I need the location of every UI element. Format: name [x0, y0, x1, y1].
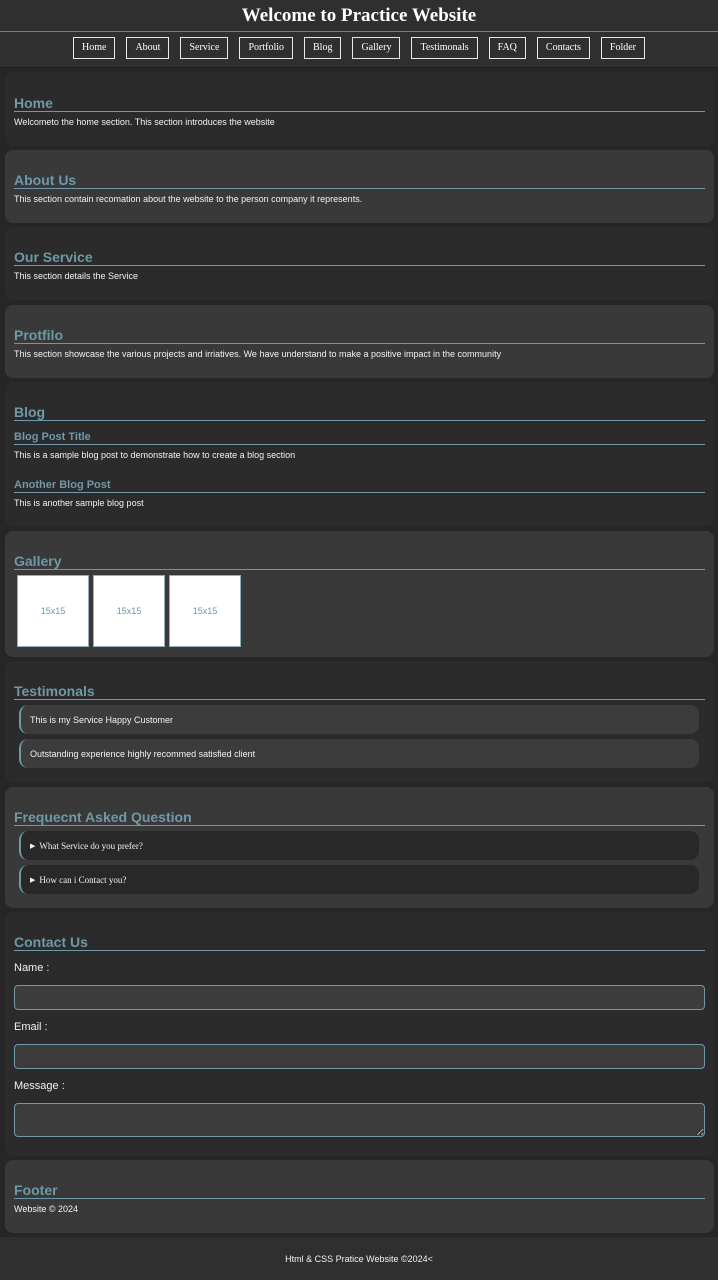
service-section: Our Service This section details the Ser…: [5, 227, 714, 300]
testimonial-card: Outstanding experience highly recommed s…: [19, 739, 699, 768]
site-title: Welcome to Practice Website: [0, 0, 718, 32]
faq-item[interactable]: ▶ How can i Contact you?: [19, 865, 699, 894]
service-title: Our Service: [14, 249, 705, 266]
page-footer: Html & CSS Pratice Website ©2024<: [0, 1237, 718, 1280]
gallery-image[interactable]: 15x15: [17, 575, 89, 647]
home-text: Welcometo the home section. This section…: [14, 117, 275, 127]
nav-faq[interactable]: FAQ: [488, 37, 526, 59]
name-field[interactable]: [14, 985, 705, 1010]
blog-post-text: This is another sample blog post: [14, 498, 144, 508]
nav-home[interactable]: Home: [72, 37, 116, 59]
faq-question: What Service do you prefer?: [39, 840, 143, 851]
gallery-section: Gallery 15x15 15x15 15x15: [5, 531, 714, 657]
gallery-image[interactable]: 15x15: [93, 575, 165, 647]
about-text: This section contain recomation about th…: [14, 194, 363, 204]
about-title: About Us: [14, 172, 705, 189]
email-field[interactable]: [14, 1044, 705, 1069]
gallery-image[interactable]: 15x15: [169, 575, 241, 647]
main-nav: Home About Service Portfolio Blog Galler…: [0, 32, 718, 59]
service-text: This section details the Service: [14, 271, 139, 281]
testimonial-text: This is my Service Happy Customer: [30, 714, 174, 725]
message-label: Message :: [14, 1080, 65, 1092]
testimonials-title: Testimonals: [14, 683, 705, 700]
nav-about[interactable]: About: [126, 37, 170, 59]
nav-service[interactable]: Service: [180, 37, 229, 59]
faq-question: How can i Contact you?: [39, 874, 127, 885]
blog-post-title: Another Blog Post: [14, 479, 705, 493]
about-section: About Us This section contain recomation…: [5, 150, 714, 223]
blog-title: Blog: [14, 404, 705, 421]
nav-folder[interactable]: Folder: [600, 37, 646, 59]
site-header: Welcome to Practice Website Home About S…: [0, 0, 718, 68]
email-label: Email :: [14, 1021, 48, 1033]
faq-item[interactable]: ▶ What Service do you prefer?: [19, 831, 699, 860]
portfolio-title: Protfilo: [14, 327, 705, 344]
nav-testimonials[interactable]: Testimonals: [411, 37, 478, 59]
nav-blog[interactable]: Blog: [304, 37, 342, 59]
name-label: Name :: [14, 962, 50, 974]
portfolio-text: This section showcase the various projec…: [14, 349, 502, 359]
copyright-text: Html & CSS Pratice Website ©2024<: [285, 1253, 433, 1264]
portfolio-section: Protfilo This section showcase the vario…: [5, 305, 714, 378]
testimonial-card: This is my Service Happy Customer: [19, 705, 699, 734]
contact-section: Contact Us Name : Email : Message :: [5, 912, 714, 1156]
faq-section: Frequecnt Asked Question ▶ What Service …: [5, 787, 714, 908]
testimonial-text: Outstanding experience highly recommed s…: [30, 748, 256, 759]
footer-title: Footer: [14, 1182, 705, 1199]
blog-post-title: Blog Post Title: [14, 431, 705, 445]
home-title: Home: [14, 95, 705, 112]
contact-title: Contact Us: [14, 934, 705, 951]
triangle-right-icon: ▶: [30, 842, 36, 850]
blog-post-text: This is a sample blog post to demonstrat…: [14, 450, 296, 460]
gallery-title: Gallery: [14, 553, 705, 570]
triangle-right-icon: ▶: [30, 876, 36, 884]
gallery-grid: 15x15 15x15 15x15: [14, 575, 705, 647]
nav-gallery[interactable]: Gallery: [352, 37, 401, 59]
nav-portfolio[interactable]: Portfolio: [239, 37, 293, 59]
nav-contacts[interactable]: Contacts: [536, 37, 590, 59]
footer-text: Website © 2024: [14, 1204, 79, 1214]
faq-title: Frequecnt Asked Question: [14, 809, 705, 826]
testimonials-section: Testimonals This is my Service Happy Cus…: [5, 661, 714, 782]
home-section: Home Welcometo the home section. This se…: [5, 72, 714, 146]
blog-section: Blog Blog Post Title This is a sample bl…: [5, 382, 714, 526]
message-field[interactable]: [14, 1103, 705, 1137]
footer-section: Footer Website © 2024: [5, 1160, 714, 1233]
